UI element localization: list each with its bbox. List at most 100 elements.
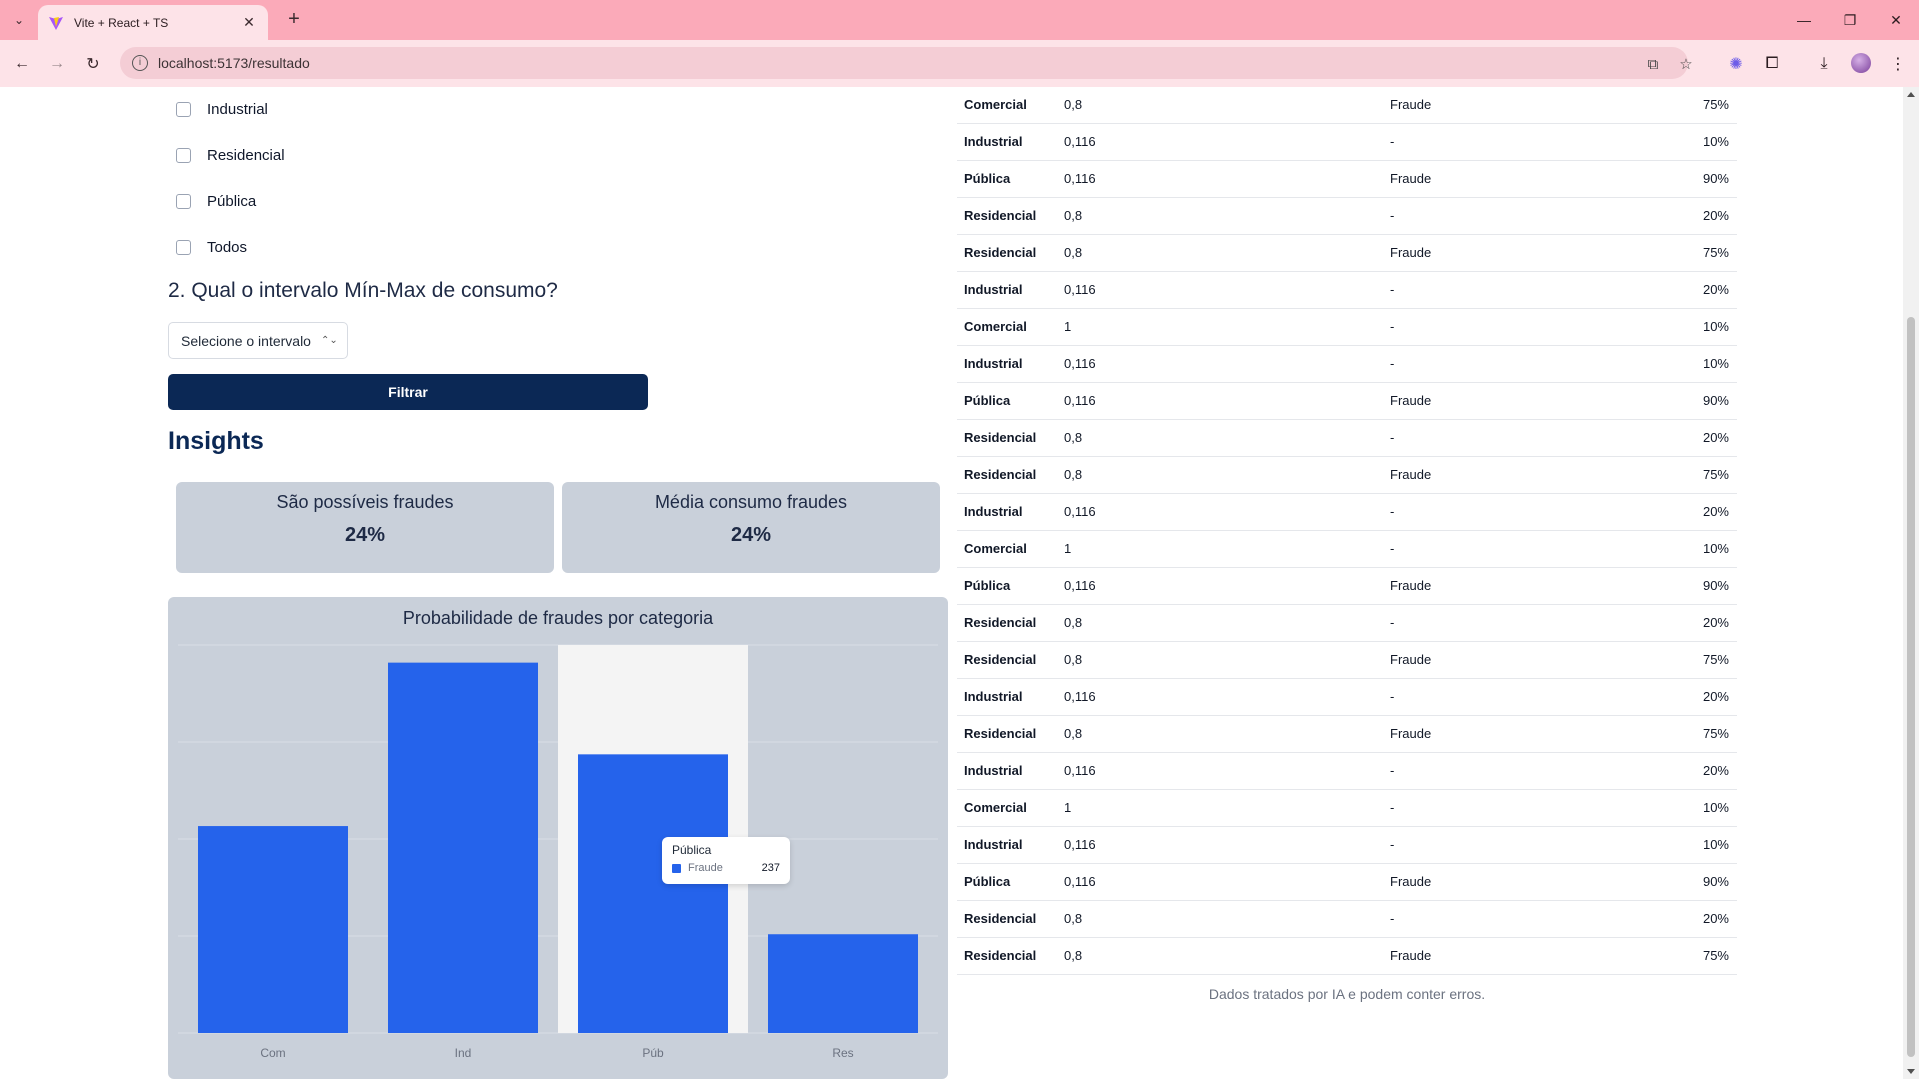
- cell-status: -: [1390, 541, 1395, 556]
- cell-category: Industrial: [964, 356, 1023, 371]
- tab-title: Vite + React + TS: [74, 15, 169, 30]
- page-scrollbar[interactable]: [1903, 87, 1919, 1079]
- cell-status: -: [1390, 911, 1395, 926]
- tab-search-chevron-icon[interactable]: ⌄: [8, 9, 30, 31]
- checkbox-box[interactable]: [176, 194, 191, 209]
- cell-consumo: 0,116: [1064, 393, 1096, 408]
- restore-icon[interactable]: ❐: [1827, 0, 1873, 40]
- table-row: Comercial 1 - 10%: [957, 790, 1737, 827]
- cell-status: -: [1390, 504, 1395, 519]
- table-row: Residencial 0,8 Fraude 75%: [957, 938, 1737, 975]
- cell-probability: 10%: [1702, 800, 1729, 815]
- cell-probability: 10%: [1702, 541, 1729, 556]
- bar-púb[interactable]: [578, 754, 728, 1033]
- checkbox-box[interactable]: [176, 148, 191, 163]
- cell-probability: 75%: [1702, 245, 1729, 260]
- question-interval: 2. Qual o intervalo Mín-Max de consumo?: [168, 279, 558, 302]
- scroll-down-icon[interactable]: [1907, 1069, 1915, 1074]
- new-tab-icon[interactable]: +: [282, 8, 306, 32]
- extension-sparkle-icon[interactable]: ✺: [1724, 52, 1748, 76]
- browser-tab[interactable]: Vite + React + TS ✕: [38, 5, 268, 40]
- cell-probability: 10%: [1702, 134, 1729, 149]
- chart-svg: Com Ind Púb Res: [178, 644, 938, 1060]
- table-row: Residencial 0,8 - 20%: [957, 198, 1737, 235]
- cell-category: Residencial: [964, 467, 1037, 482]
- tooltip-value: 237: [761, 862, 780, 874]
- checkbox-industrial[interactable]: Industrial: [176, 101, 268, 118]
- insights-heading: Insights: [168, 427, 264, 455]
- cell-probability: 75%: [1702, 97, 1729, 112]
- checkbox-box[interactable]: [176, 102, 191, 117]
- cell-consumo: 0,8: [1064, 430, 1083, 445]
- table-row: Pública 0,116 Fraude 90%: [957, 864, 1737, 901]
- cell-status: -: [1390, 356, 1395, 371]
- cell-probability: 20%: [1702, 689, 1729, 704]
- chart-tooltip: Pública Fraude 237: [662, 837, 790, 884]
- translate-icon[interactable]: ⧉: [1642, 53, 1664, 75]
- checkbox-publica[interactable]: Pública: [176, 193, 256, 210]
- cell-category: Industrial: [964, 837, 1023, 852]
- bar-com[interactable]: [198, 826, 348, 1033]
- card-value: 24%: [730, 524, 772, 546]
- checkbox-residencial[interactable]: Residencial: [176, 147, 285, 164]
- filter-button[interactable]: Filtrar: [168, 374, 648, 410]
- cell-category: Residencial: [964, 726, 1037, 741]
- extensions-puzzle-icon[interactable]: ⧠: [1760, 52, 1784, 76]
- profile-avatar[interactable]: [1851, 53, 1871, 73]
- cell-category: Comercial: [964, 541, 1027, 556]
- cell-probability: 75%: [1702, 726, 1729, 741]
- interval-select[interactable]: Selecione o intervalo ⌃⌄: [168, 322, 348, 359]
- forward-icon[interactable]: →: [43, 50, 71, 78]
- cell-status: Fraude: [1390, 652, 1432, 667]
- cell-category: Industrial: [964, 282, 1023, 297]
- cell-probability: 20%: [1702, 504, 1729, 519]
- cell-category: Residencial: [964, 430, 1037, 445]
- cell-status: -: [1390, 689, 1395, 704]
- page-content: Industrial Residencial Pública Todos 2. …: [0, 87, 1903, 1079]
- bar-ind[interactable]: [388, 662, 538, 1033]
- card-title: Média consumo fraudes: [654, 492, 848, 512]
- table-row: Comercial 0,8 Fraude 75%: [957, 87, 1737, 124]
- cell-status: Fraude: [1390, 97, 1432, 112]
- cell-status: -: [1390, 837, 1395, 852]
- site-info-icon[interactable]: i: [132, 55, 148, 71]
- tab-close-icon[interactable]: ✕: [240, 14, 258, 31]
- cell-category: Pública: [964, 578, 1011, 593]
- minimize-icon[interactable]: —: [1781, 0, 1827, 40]
- checkbox-label: Pública: [207, 193, 257, 210]
- cell-status: Fraude: [1390, 467, 1432, 482]
- cell-category: Residencial: [964, 245, 1037, 260]
- scroll-up-icon[interactable]: [1907, 92, 1915, 97]
- table-row: Industrial 0,116 - 20%: [957, 679, 1737, 716]
- cell-consumo: 0,116: [1064, 763, 1096, 778]
- cell-probability: 10%: [1702, 319, 1729, 334]
- cell-consumo: 0,8: [1064, 652, 1083, 667]
- address-bar[interactable]: i localhost:5173/resultado: [120, 47, 1688, 79]
- close-window-icon[interactable]: ✕: [1873, 0, 1919, 40]
- bookmark-star-icon[interactable]: ☆: [1675, 53, 1697, 75]
- cell-probability: 20%: [1702, 911, 1729, 926]
- checkbox-todos[interactable]: Todos: [176, 239, 247, 256]
- cell-consumo: 0,8: [1064, 208, 1083, 223]
- table-row: Residencial 0,8 Fraude 75%: [957, 457, 1737, 494]
- ai-disclaimer: Dados tratados por IA e podem conter err…: [1208, 986, 1486, 1002]
- cell-category: Comercial: [964, 319, 1027, 334]
- menu-kebab-icon[interactable]: ⋮: [1886, 52, 1910, 76]
- cell-consumo: 0,8: [1064, 467, 1083, 482]
- download-icon[interactable]: ⤓: [1812, 52, 1836, 76]
- cell-consumo: 1: [1064, 800, 1072, 815]
- cell-status: Fraude: [1390, 726, 1432, 741]
- cell-consumo: 1: [1064, 319, 1072, 334]
- cell-category: Pública: [964, 171, 1011, 186]
- insight-card-media: Média consumo fraudes 24%: [562, 482, 940, 573]
- back-icon[interactable]: ←: [8, 50, 36, 78]
- checkbox-box[interactable]: [176, 240, 191, 255]
- reload-icon[interactable]: ↻: [79, 50, 107, 78]
- scrollbar-thumb[interactable]: [1907, 317, 1915, 1057]
- bar-res[interactable]: [768, 934, 918, 1033]
- cell-consumo: 0,116: [1064, 689, 1096, 704]
- tab-strip: ⌄ Vite + React + TS ✕ + — ❐ ✕: [0, 0, 1919, 40]
- cell-consumo: 0,8: [1064, 245, 1083, 260]
- chevron-updown-icon: ⌃⌄: [320, 335, 338, 346]
- table-row: Industrial 0,116 - 10%: [957, 827, 1737, 864]
